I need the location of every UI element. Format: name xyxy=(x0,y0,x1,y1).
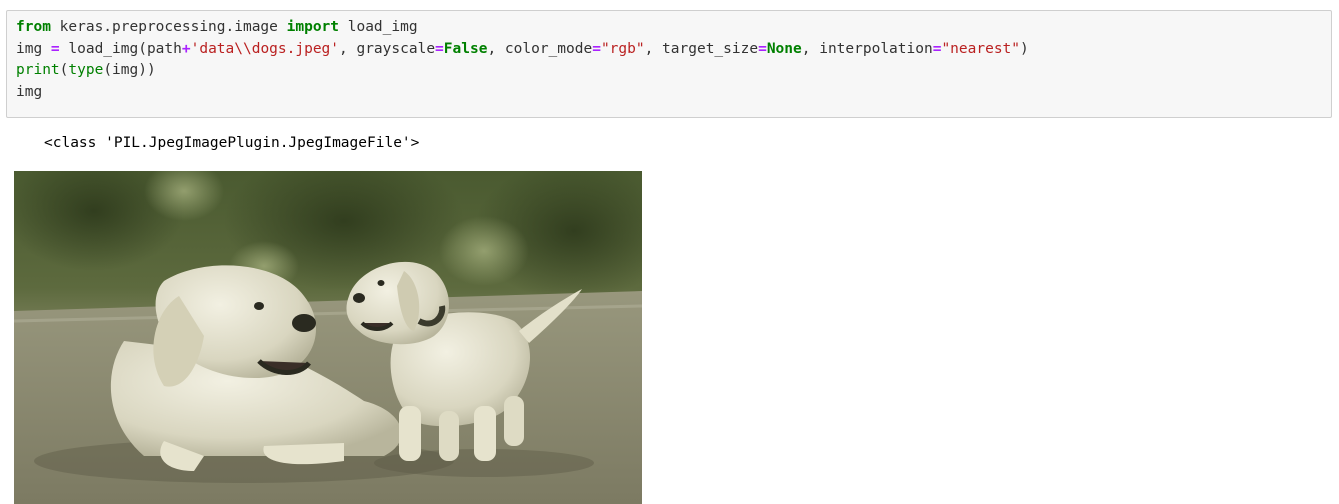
arg-equals-3: = xyxy=(758,40,767,57)
rgb-string: "rgb" xyxy=(600,40,645,57)
nearest-string: "nearest" xyxy=(941,40,1021,57)
assign-operator: = xyxy=(50,40,60,57)
print-builtin: print xyxy=(16,62,60,78)
arg-target-size: , target_size xyxy=(644,40,759,57)
false-constant: False xyxy=(443,40,488,57)
assign-target: img xyxy=(16,40,51,57)
code-cell[interactable]: from keras.preprocessing.image import lo… xyxy=(6,10,1332,118)
arg-interpolation: , interpolation xyxy=(801,40,933,57)
arg-color-mode: , color_mode xyxy=(487,40,593,57)
dogs-image xyxy=(14,171,642,504)
path-string: 'data\\dogs.jpeg' xyxy=(190,40,340,57)
code-line-2: img = load_img(path+'data\\dogs.jpeg', g… xyxy=(16,39,1331,61)
function-call: load_img(path xyxy=(59,40,182,57)
arg-equals-2: = xyxy=(592,40,601,57)
module-name: keras.preprocessing.image xyxy=(50,19,287,35)
arg-equals-1: = xyxy=(435,40,444,57)
code-line-3: print(type(img)) xyxy=(16,60,1331,82)
plus-operator: + xyxy=(181,40,191,57)
none-constant: None xyxy=(766,40,802,57)
img-expression: img xyxy=(16,83,43,100)
dogs-photo-illustration xyxy=(14,171,642,504)
arg-grayscale: , grayscale xyxy=(339,40,436,57)
stdout-output: <class 'PIL.JpegImagePlugin.JpegImageFil… xyxy=(44,135,420,151)
imported-name: load_img xyxy=(339,19,418,35)
type-args: (img)) xyxy=(103,62,156,78)
close-paren: ) xyxy=(1020,40,1029,57)
keyword-import: import xyxy=(286,19,340,35)
type-builtin: type xyxy=(68,62,104,78)
keyword-from: from xyxy=(16,19,51,35)
code-line-1: from keras.preprocessing.image import lo… xyxy=(16,17,1331,39)
code-line-4: img xyxy=(16,82,1331,104)
